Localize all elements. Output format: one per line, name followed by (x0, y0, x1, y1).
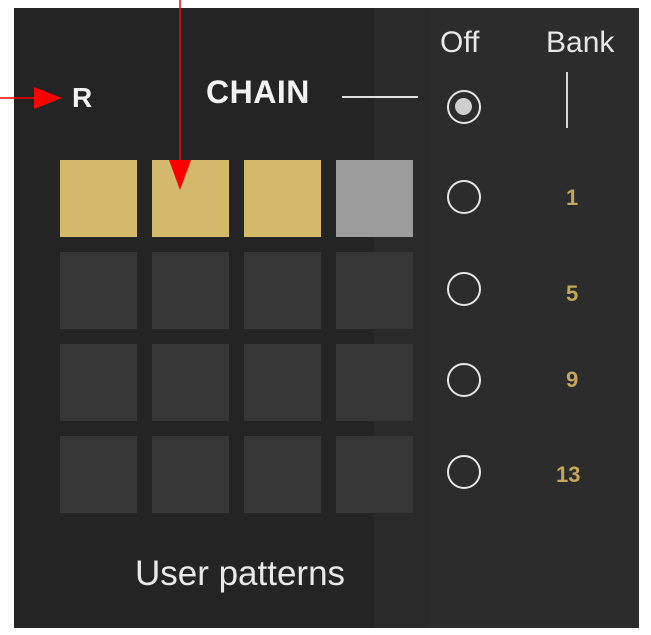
annotation-arrows (0, 0, 191, 190)
annotation-arrow-r (0, 87, 62, 109)
annotation-arrow-pad (169, 0, 191, 190)
